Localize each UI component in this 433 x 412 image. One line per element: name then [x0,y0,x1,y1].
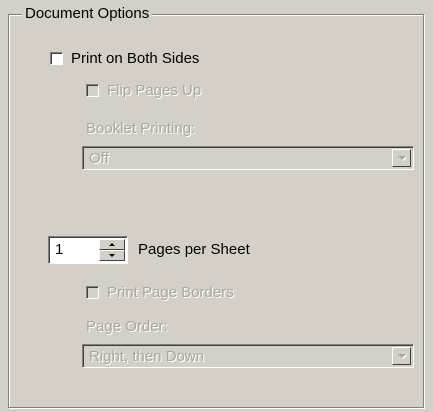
page-order-value: Right, then Down [89,348,205,365]
booklet-printing-select[interactable]: Off [82,146,414,170]
pages-per-sheet-value[interactable]: 1 [55,241,63,259]
print-page-borders-checkbox[interactable]: Print Page Borders [86,284,234,301]
pages-per-sheet-spinner[interactable]: 1 [48,236,128,264]
spin-up-button[interactable] [99,239,125,250]
print-page-borders-label: Print Page Borders [107,284,234,301]
flip-pages-up-checkbox[interactable]: Flip Pages Up [86,82,201,99]
group-title: Document Options [22,5,153,23]
pages-per-sheet-label: Pages per Sheet [138,241,250,258]
dropdown-button[interactable] [392,149,411,167]
checkbox-box[interactable] [86,84,99,97]
page-order-label: Page Order: [86,318,168,335]
page-order-select[interactable]: Right, then Down [82,344,414,368]
flip-pages-up-label: Flip Pages Up [107,82,202,99]
arrow-down-icon [109,254,115,257]
chevron-down-icon [397,156,406,160]
checkbox-box[interactable] [50,52,63,65]
spin-down-button[interactable] [99,250,125,261]
print-both-sides-label: Print on Both Sides [71,50,200,67]
checkbox-box[interactable] [86,286,99,299]
print-both-sides-checkbox[interactable]: Print on Both Sides [50,50,199,67]
chevron-down-icon [397,354,406,358]
arrow-up-icon [109,243,115,246]
spin-buttons [99,239,125,261]
dropdown-button[interactable] [392,347,411,365]
booklet-printing-value: Off [89,150,109,167]
booklet-printing-label: Booklet Printing: [86,120,196,137]
